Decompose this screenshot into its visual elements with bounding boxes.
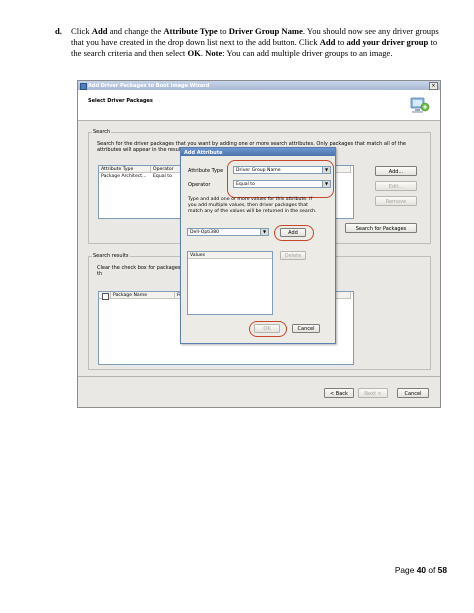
- search-for-packages-button[interactable]: Search for Packages: [345, 223, 417, 233]
- criteria-header-operator[interactable]: Operator: [151, 166, 181, 173]
- add-attribute-dialog: Add Attribute Attribute Type Driver Grou…: [180, 147, 336, 344]
- search-results-description: Clear the check box for packages th: [97, 265, 181, 277]
- criteria-cell-operator[interactable]: Equal to: [151, 174, 183, 180]
- instruction-text: Click Add and change the Attribute Type …: [71, 26, 439, 58]
- wizard-title: Add Driver Packages to Boot Image Wizard: [88, 82, 210, 89]
- ok-emphasis: OK: [187, 48, 201, 58]
- criteria-cell-attribute[interactable]: Package Architect...: [99, 174, 153, 180]
- values-header: Values: [188, 252, 272, 259]
- chevron-down-icon[interactable]: ▼: [260, 229, 268, 235]
- add-button[interactable]: Add...: [375, 166, 417, 176]
- dialog-title: Add Attribute: [184, 149, 223, 156]
- next-button[interactable]: Next >: [358, 388, 388, 398]
- page-number: Page 40 of 58: [394, 565, 447, 575]
- instruction-paragraph: d. Click Add and change the Attribute Ty…: [55, 26, 440, 59]
- add-emphasis: Add: [91, 26, 108, 36]
- criteria-header-attribute-type[interactable]: Attribute Type: [99, 166, 151, 173]
- values-list[interactable]: Values: [187, 251, 273, 315]
- dialog-cancel-button[interactable]: Cancel: [292, 324, 320, 333]
- add-driver-group-emphasis: add your driver group: [346, 37, 429, 47]
- attribute-type-highlight-ring: [227, 160, 334, 198]
- wizard-cancel-button[interactable]: Cancel: [397, 388, 429, 398]
- wizard-screenshot: Add Driver Packages to Boot Image Wizard…: [77, 80, 441, 408]
- search-results-label: Search results: [92, 253, 130, 259]
- value-select[interactable]: Dell-Opti380 ▼: [187, 228, 269, 236]
- wizard-header: Select Driver Packages: [78, 90, 440, 121]
- results-header-check: [99, 292, 111, 300]
- ok-button-highlight-ring: [249, 321, 287, 337]
- add-button-highlight-ring: [274, 225, 314, 241]
- search-group-label: Search: [92, 129, 112, 135]
- wizard-titlebar: Add Driver Packages to Boot Image Wizard…: [78, 81, 440, 90]
- results-header-package-name[interactable]: Package Name: [111, 292, 175, 299]
- dialog-titlebar: Add Attribute: [181, 148, 335, 156]
- back-button[interactable]: < Back: [324, 388, 354, 398]
- dialog-delete-button[interactable]: Delete: [280, 251, 306, 260]
- computer-wizard-icon: [410, 97, 430, 113]
- remove-button[interactable]: Remove: [375, 196, 417, 206]
- page-title: Select Driver Packages: [88, 98, 153, 104]
- footer-divider: [78, 376, 440, 377]
- dialog-info-text: Type and add one or more values for this…: [188, 197, 317, 214]
- attribute-type-label: Attribute Type: [188, 168, 224, 174]
- attribute-type-emphasis: Attribute Type: [163, 26, 218, 36]
- operator-label: Operator: [188, 182, 211, 188]
- select-all-checkbox[interactable]: [102, 292, 109, 300]
- close-icon[interactable]: ×: [429, 82, 438, 90]
- step-marker: d.: [55, 26, 62, 36]
- wizard-app-icon: [80, 83, 87, 90]
- note-emphasis: Note: [205, 48, 223, 58]
- edit-button[interactable]: Edit...: [375, 181, 417, 191]
- driver-group-name-emphasis: Driver Group Name: [228, 26, 303, 36]
